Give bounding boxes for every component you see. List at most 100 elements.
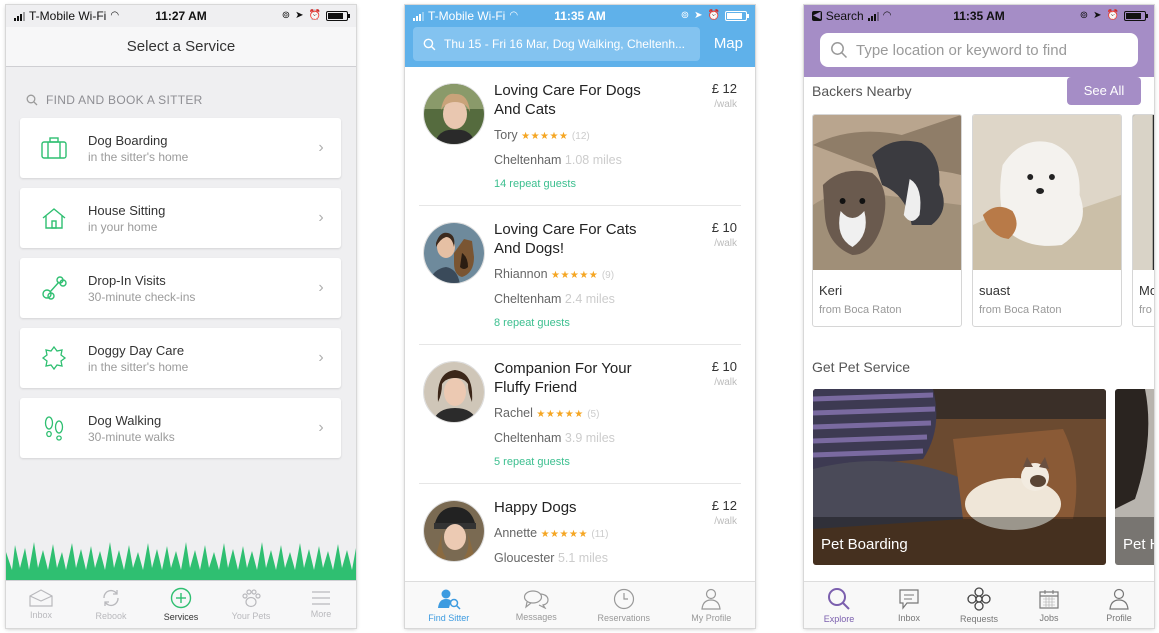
service-doggy-day-care[interactable]: Doggy Day Care in the sitter's home › xyxy=(20,328,341,388)
backer-location: from Boca Raton xyxy=(979,304,1062,316)
search-field[interactable]: Thu 15 - Fri 16 Mar, Dog Walking, Chelte… xyxy=(413,27,700,61)
price-unit: /walk xyxy=(714,516,737,527)
status-bar: ◀ Search ◠ 11:35 AM ⊚ ➤ ⏰ xyxy=(804,5,1154,27)
tab-reservations[interactable]: Reservations xyxy=(580,582,668,628)
battery-icon xyxy=(725,11,749,21)
tab-bar: Explore Inbox Requests Jobs Profile xyxy=(804,581,1154,628)
avatar xyxy=(423,222,485,284)
service-subtitle: in your home xyxy=(88,219,158,234)
tab-more[interactable]: More xyxy=(286,581,356,628)
status-bar: T-Mobile Wi-Fi ◠ 11:35 AM ⊚ ➤ ⏰ xyxy=(405,5,755,27)
flower-icon xyxy=(967,586,991,611)
distance: 2.4 miles xyxy=(564,292,615,306)
backer-photo xyxy=(973,115,1121,270)
service-title: Dog Walking xyxy=(88,412,162,428)
phone-rover-services: T-Mobile Wi-Fi ◠ 11:27 AM ⊚ ➤ ⏰ Select a… xyxy=(6,5,356,628)
tab-my-profile[interactable]: My Profile xyxy=(668,582,756,628)
rating-stars: ★★★★★ xyxy=(551,270,599,281)
paw-icon xyxy=(242,589,261,608)
backer-photo xyxy=(1133,115,1154,270)
tab-label: Reservations xyxy=(597,612,651,623)
tab-jobs[interactable]: Jobs xyxy=(1014,582,1084,628)
tab-explore[interactable]: Explore xyxy=(804,582,874,628)
tab-requests[interactable]: Requests xyxy=(944,582,1014,628)
avatar xyxy=(423,361,485,423)
lock-rotation-icon: ⊚ xyxy=(1079,10,1089,21)
map-button[interactable]: Map xyxy=(714,27,743,61)
price: £ 10 xyxy=(711,220,737,235)
grass-decoration xyxy=(6,542,356,580)
carrier-label: T-Mobile Wi-Fi xyxy=(29,9,107,23)
service-drop-in-visits[interactable]: Drop-In Visits 30-minute check-ins › xyxy=(20,258,341,318)
alarm-icon: ⏰ xyxy=(707,10,720,21)
tab-inbox[interactable]: Inbox xyxy=(874,582,944,628)
signal-icon xyxy=(413,11,424,21)
rating-stars: ★★★★★ xyxy=(536,409,584,420)
service-house-sitting[interactable]: House Sitting in your home › xyxy=(20,188,341,248)
price-unit: /walk xyxy=(714,99,737,110)
back-label[interactable]: Search xyxy=(826,9,864,23)
sitter-card[interactable]: Loving Care For Dogs And Cats £ 12/walk … xyxy=(419,67,741,206)
search-icon xyxy=(423,38,436,50)
search-input[interactable]: Type location or keyword to find xyxy=(820,33,1138,67)
tab-rebook[interactable]: Rebook xyxy=(76,581,146,628)
back-arrow-icon[interactable]: ◀ xyxy=(812,11,822,21)
tab-label: Rebook xyxy=(95,611,127,621)
section-label-text: FIND AND BOOK A SITTER xyxy=(46,93,203,107)
chevron-right-icon: › xyxy=(318,209,324,226)
tab-find-sitter[interactable]: Find Sitter xyxy=(405,582,493,628)
paw-prints-icon xyxy=(44,416,64,441)
service-card-pet-house-sitting[interactable]: Pet H xyxy=(1115,389,1154,565)
tab-your-pets[interactable]: Your Pets xyxy=(216,581,286,628)
tab-label: Find Sitter xyxy=(428,612,470,623)
sitter-name: Rachel xyxy=(494,406,533,420)
repeat-guests: 14 repeat guests xyxy=(494,178,576,190)
service-dog-walking[interactable]: Dog Walking 30-minute walks › xyxy=(20,398,341,458)
service-dog-boarding[interactable]: Dog Boarding in the sitter's home › xyxy=(20,118,341,178)
service-card-pet-boarding[interactable]: Pet Boarding xyxy=(813,389,1106,565)
refresh-icon xyxy=(103,590,119,606)
tab-messages[interactable]: Messages xyxy=(493,582,581,628)
backer-location: from Boca Raton xyxy=(819,304,902,316)
backer-name: Mo xyxy=(1139,283,1154,298)
envelope-icon xyxy=(29,589,53,607)
alarm-icon: ⏰ xyxy=(308,10,321,21)
tab-label: Profile xyxy=(1106,612,1132,623)
town: Cheltenham xyxy=(494,153,562,167)
price: £ 12 xyxy=(711,498,737,513)
backer-photo xyxy=(813,115,961,270)
sitter-card[interactable]: Loving Care For Cats And Dogs! £ 10/walk… xyxy=(419,206,741,345)
sitter-card[interactable]: Companion For Your Fluffy Friend £ 10/wa… xyxy=(419,345,741,484)
see-all-button[interactable]: See All xyxy=(1067,77,1141,105)
chat-bubbles-icon xyxy=(524,589,549,609)
price-unit: /walk xyxy=(714,377,737,388)
tab-profile[interactable]: Profile xyxy=(1084,582,1154,628)
service-subtitle: in the sitter's home xyxy=(88,359,189,374)
house-icon xyxy=(42,208,66,229)
sitter-name: Tory xyxy=(494,128,518,142)
chevron-right-icon: › xyxy=(318,419,324,436)
tab-label: More xyxy=(310,609,332,619)
signal-icon xyxy=(867,11,879,21)
tab-label: My Profile xyxy=(691,612,732,623)
search-icon xyxy=(831,42,848,59)
repeat-guests: 5 repeat guests xyxy=(494,456,570,468)
tab-services[interactable]: Services xyxy=(146,581,216,628)
backer-card[interactable]: suast from Boca Raton xyxy=(972,114,1122,327)
tab-bar: Inbox Rebook Services Your Pets More xyxy=(6,580,356,628)
listing-title: Loving Care For Dogs And Cats xyxy=(494,82,641,118)
calendar-icon xyxy=(1039,589,1059,609)
backer-card[interactable]: Keri from Boca Raton xyxy=(812,114,962,327)
backer-name: Keri xyxy=(819,283,843,298)
price-unit: /walk xyxy=(714,238,737,249)
backer-card[interactable]: Mo fro xyxy=(1132,114,1154,327)
wifi-icon: ◠ xyxy=(110,10,120,21)
section-label: FIND AND BOOK A SITTER xyxy=(26,93,203,107)
tab-label: Services xyxy=(163,612,199,622)
service-subtitle: in the sitter's home xyxy=(88,149,189,164)
distance: 3.9 miles xyxy=(564,431,615,445)
phone-sitter-list: T-Mobile Wi-Fi ◠ 11:35 AM ⊚ ➤ ⏰ Thu 15 -… xyxy=(405,5,755,628)
backer-location: fro xyxy=(1139,304,1152,316)
tab-inbox[interactable]: Inbox xyxy=(6,581,76,628)
sun-badge-icon xyxy=(41,345,67,371)
